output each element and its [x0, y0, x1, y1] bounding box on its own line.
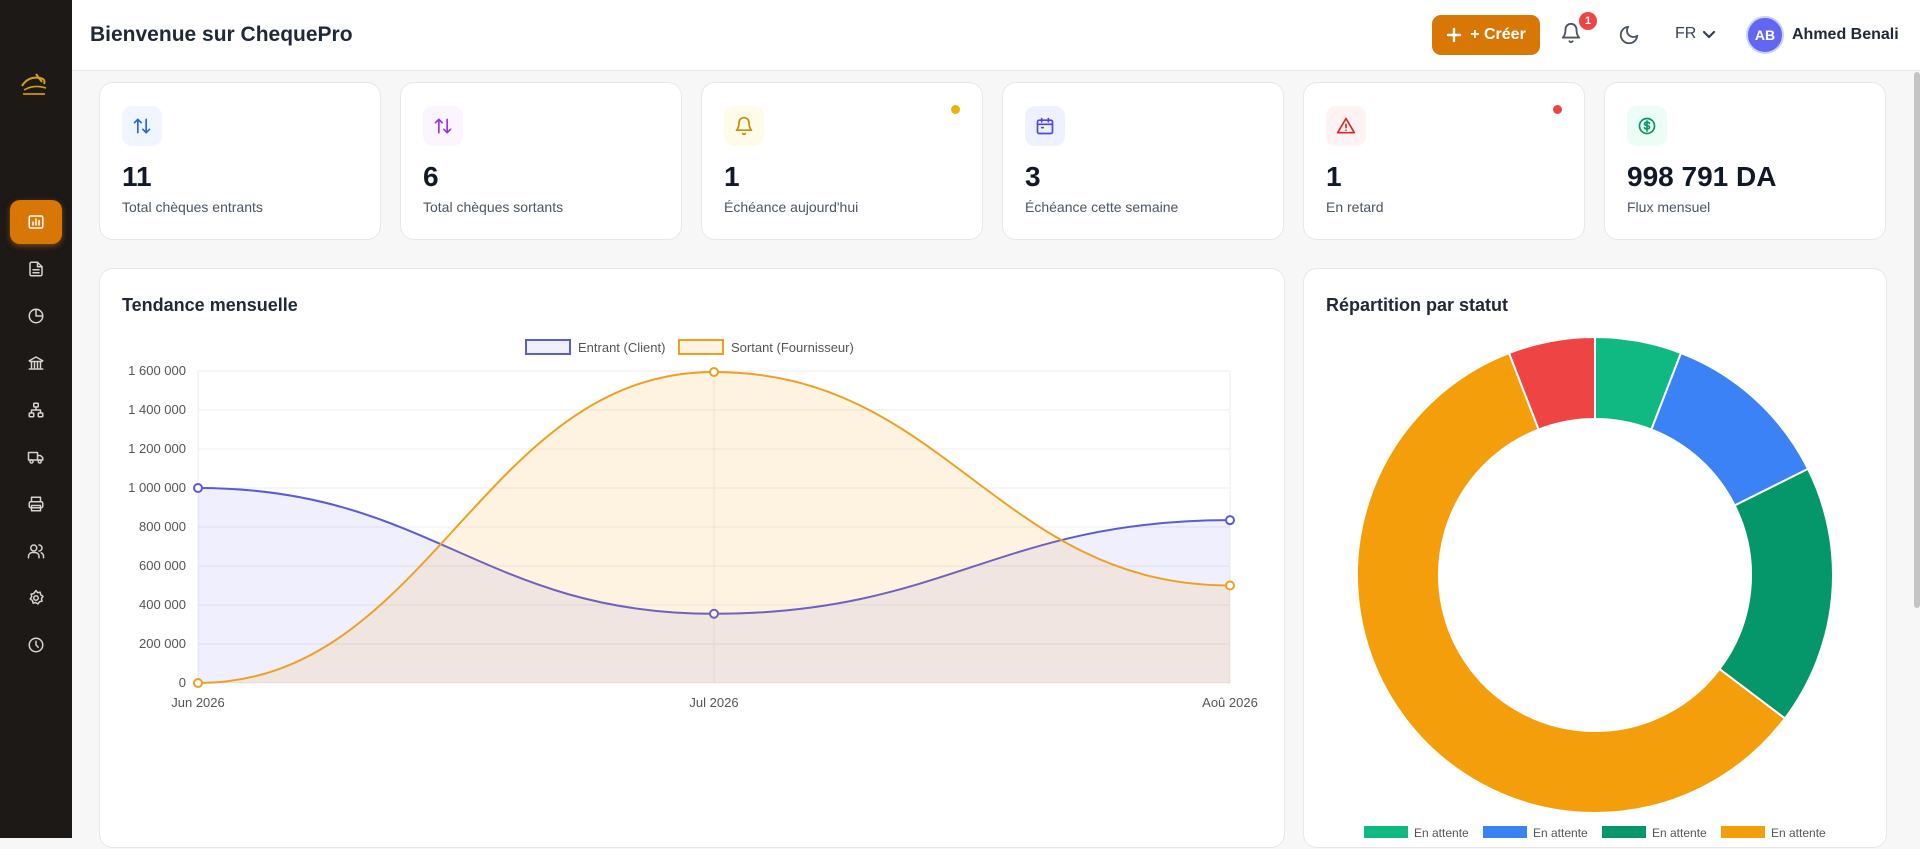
language-label: FR [1675, 25, 1697, 42]
sidebar-item-print[interactable] [0, 480, 72, 527]
stat-value: 11 [122, 161, 152, 192]
stat-card-due-today[interactable]: 1 Échéance aujourd'hui [701, 82, 983, 240]
user-name[interactable]: Ahmed Benali [1792, 26, 1899, 44]
stat-label: Échéance aujourd'hui [724, 199, 859, 215]
notification-badge: 1 [1579, 12, 1597, 30]
trend-line-chart: 0 200 000 400 000 600 000 800 000 1 000 000 1 … [128, 339, 1258, 710]
y-tick-label: 1 600 000 [128, 363, 186, 378]
create-button-label: + Créer [1470, 26, 1526, 43]
org-chart-icon [28, 402, 44, 417]
legend-label: Entrant (Client) [578, 340, 665, 355]
top-header: Bienvenue sur ChequePro + Créer 1 FR AB … [72, 0, 1920, 71]
bell-icon [1561, 23, 1581, 44]
status-dot [1553, 105, 1562, 114]
create-button[interactable]: + Créer [1432, 15, 1540, 55]
alert-triangle-icon [1336, 117, 1356, 134]
stat-icon-box [122, 106, 162, 146]
legend-swatch [1602, 826, 1646, 838]
page-scrollbar[interactable] [1914, 72, 1920, 608]
trend-panel: Tendance mensuelle 0 200 000 400 000 600 00… [99, 268, 1285, 848]
stat-card-overdue[interactable]: 1 En retard [1303, 82, 1585, 240]
legend-swatch [678, 339, 724, 355]
clock-icon [28, 637, 44, 652]
legend-swatch [1721, 826, 1765, 838]
data-point [193, 483, 203, 493]
stat-card-outgoing[interactable]: 6 Total chèques sortants [400, 82, 682, 240]
data-point [193, 678, 203, 688]
x-tick-label: Jul 2026 [689, 695, 738, 710]
legend-swatch [1483, 826, 1527, 838]
app-logo[interactable] [14, 66, 54, 106]
stat-value: 6 [423, 161, 439, 192]
y-tick-label: 1 200 000 [128, 441, 186, 456]
stat-icon-box [423, 106, 463, 146]
plus-icon [1447, 27, 1462, 43]
sidebar-item-users[interactable] [0, 527, 72, 574]
dollar-circle-icon [1638, 117, 1656, 135]
stat-card-monthly-flow[interactable]: 998 791 DA Flux mensuel [1604, 82, 1886, 240]
stat-label: Échéance cette semaine [1025, 199, 1179, 215]
stat-label: Flux mensuel [1627, 199, 1711, 215]
bank-icon [28, 355, 44, 370]
stat-value: 1 [724, 161, 740, 192]
chevron-down-icon [1703, 30, 1716, 39]
status-panel: Répartition par statut En attente En atte… [1303, 268, 1887, 848]
legend-swatch [1364, 826, 1408, 838]
sidebar-item-settings[interactable] [0, 574, 72, 621]
y-tick-label: 1 400 000 [128, 402, 186, 417]
printer-icon [28, 496, 44, 511]
settings-icon [29, 589, 44, 605]
legend-swatch [525, 339, 571, 355]
y-tick-label: 1 000 000 [128, 480, 186, 495]
status-donut-chart: En attente En attente En attente En attente [1356, 335, 1834, 840]
stat-icon-box [1326, 106, 1366, 146]
page-title: Bienvenue sur ChequePro [90, 23, 353, 46]
sidebar-nav [0, 198, 72, 668]
stat-icon-box [724, 106, 764, 146]
bar-chart-icon [28, 214, 44, 229]
theme-toggle[interactable] [1618, 24, 1640, 51]
bell-icon [735, 116, 753, 136]
calendar-icon [1036, 117, 1054, 135]
moon-icon [1619, 25, 1639, 45]
stat-card-due-week[interactable]: 3 Échéance cette semaine [1002, 82, 1284, 240]
language-selector[interactable]: FR [1675, 25, 1716, 43]
sidebar-item-dashboard[interactable] [0, 198, 72, 245]
stat-label: Total chèques sortants [423, 199, 564, 215]
x-tick-label: Jun 2026 [171, 695, 225, 710]
users-icon [27, 543, 45, 558]
sidebar-item-history[interactable] [0, 621, 72, 668]
user-avatar[interactable]: AB [1746, 16, 1784, 54]
sidebar [0, 0, 72, 838]
stat-icon-box [1025, 106, 1065, 146]
sidebar-item-organization[interactable] [0, 386, 72, 433]
stat-value: 1 [1326, 161, 1342, 192]
arrows-up-down-icon [133, 118, 151, 134]
stat-label: En retard [1326, 199, 1384, 215]
sidebar-item-documents[interactable] [0, 245, 72, 292]
stat-value: 998 791 DA [1627, 161, 1777, 192]
stat-value: 3 [1025, 161, 1041, 192]
stat-icon-box [1627, 106, 1667, 146]
y-tick-label: 200 000 [139, 636, 186, 651]
pie-chart-icon [28, 308, 44, 323]
sidebar-item-reports[interactable] [0, 292, 72, 339]
sidebar-item-suppliers[interactable] [0, 433, 72, 480]
status-dot [951, 105, 960, 114]
data-point [709, 366, 719, 377]
x-tick-label: Aoû 2026 [1202, 695, 1258, 710]
data-point [1225, 580, 1235, 591]
stat-card-incoming[interactable]: 11 Total chèques entrants [99, 82, 381, 240]
y-tick-label: 800 000 [139, 519, 186, 534]
legend-label: Sortant (Fournisseur) [731, 340, 854, 355]
document-icon [29, 261, 43, 276]
truck-icon [27, 451, 44, 464]
arrows-up-down-icon [434, 118, 452, 134]
data-point [1225, 515, 1235, 526]
stat-label: Total chèques entrants [122, 199, 263, 215]
y-tick-label: 0 [179, 675, 186, 690]
y-tick-label: 600 000 [139, 558, 186, 573]
sidebar-item-banks[interactable] [0, 339, 72, 386]
y-tick-label: 400 000 [139, 597, 186, 612]
